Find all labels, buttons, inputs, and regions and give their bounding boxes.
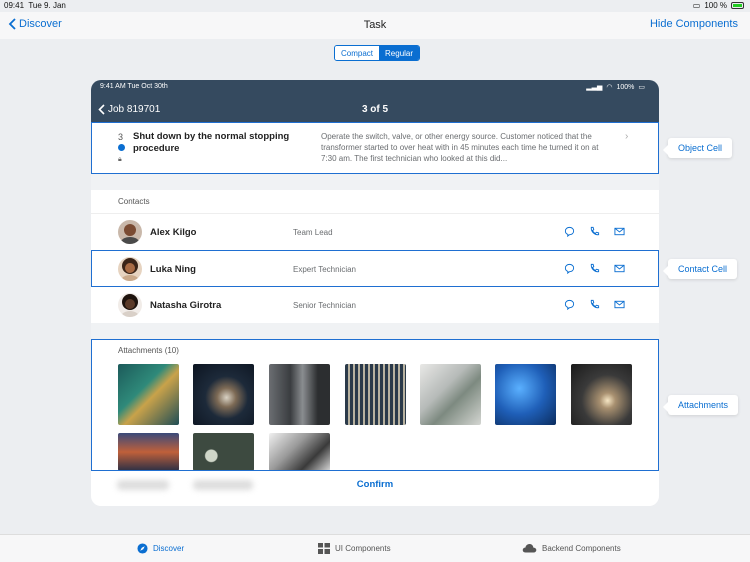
device-preview: 9:41 AM Tue Oct 30th ▂▃▅ ◠ 100% ▭ Job 81… <box>91 80 659 506</box>
segment-regular[interactable]: Regular <box>379 46 420 60</box>
contact-name: Luka Ning <box>150 264 196 275</box>
object-title: Shut down by the normal stopping procedu… <box>133 131 290 154</box>
battery-percent: 100 % <box>704 1 727 10</box>
object-cell-callout: Object Cell <box>662 138 733 158</box>
device-title: 3 of 5 <box>361 104 389 115</box>
tab-backend-components[interactable]: Backend Components <box>522 543 621 553</box>
contact-role: Team Lead <box>293 228 333 237</box>
object-cell[interactable]: 3 🔒︎ Shut down by the normal stopping pr… <box>91 122 659 173</box>
contacts-section: Contacts Alex Kilgo Team Lead Luka Ning … <box>91 190 659 323</box>
hide-components-button[interactable]: Hide Components <box>650 18 738 30</box>
tab-discover[interactable]: Discover <box>137 543 184 554</box>
phone-icon[interactable] <box>589 299 600 310</box>
avatar <box>118 257 142 281</box>
contact-row[interactable]: Alex Kilgo Team Lead <box>91 213 659 249</box>
system-status-bar: 09:41 Tue 9. Jan ▭ 100 % <box>0 0 750 12</box>
contact-name: Alex Kilgo <box>150 227 197 238</box>
airplay-icon: ▭ <box>692 1 701 10</box>
contact-role: Senior Technician <box>293 301 357 310</box>
compass-icon <box>137 543 148 554</box>
lock-icon: 🔒︎ <box>118 156 122 163</box>
navigation-bar: Discover Task Hide Components <box>0 12 750 39</box>
confirm-button[interactable]: Confirm <box>91 471 659 506</box>
avatar <box>118 220 142 244</box>
email-icon[interactable] <box>614 226 625 237</box>
attachment-thumbnail[interactable] <box>193 364 254 425</box>
tab-bar: Discover UI Components Backend Component… <box>0 534 750 562</box>
device-status-time: 9:41 AM Tue Oct 30th <box>100 83 168 90</box>
contact-name: Natasha Girotra <box>150 300 222 311</box>
device-battery: 100% <box>616 83 635 91</box>
density-segmented-control: Compact Regular <box>334 45 421 61</box>
signal-icon: ▂▃▅ <box>586 84 603 91</box>
contacts-label: Contacts <box>118 197 150 206</box>
status-dot-icon <box>118 144 125 151</box>
contact-row[interactable]: Natasha Girotra Senior Technician <box>91 286 659 322</box>
attachment-thumbnail[interactable] <box>495 364 556 425</box>
object-description: Operate the switch, valve, or other ener… <box>321 132 599 163</box>
attachment-thumbnail[interactable] <box>269 364 330 425</box>
attachment-thumbnail[interactable] <box>118 433 179 471</box>
segment-compact[interactable]: Compact <box>335 46 380 60</box>
blurred-action <box>117 480 169 490</box>
email-icon[interactable] <box>614 263 625 274</box>
contact-cell-callout: Contact Cell <box>662 259 738 279</box>
grid-icon <box>318 543 330 554</box>
contact-role: Expert Technician <box>293 265 356 274</box>
attachment-thumbnail[interactable] <box>118 364 179 425</box>
blurred-action <box>193 480 253 490</box>
status-time-date: 09:41 Tue 9. Jan <box>4 1 66 10</box>
object-number: 3 <box>118 132 124 142</box>
avatar <box>118 293 142 317</box>
message-icon[interactable] <box>564 263 575 274</box>
message-icon[interactable] <box>564 226 575 237</box>
attachments-label: Attachments (10) <box>118 346 179 355</box>
battery-icon <box>731 2 744 9</box>
attachment-thumbnail[interactable] <box>420 364 481 425</box>
phone-icon[interactable] <box>589 263 600 274</box>
device-battery-icon: ▭ <box>638 84 645 91</box>
email-icon[interactable] <box>614 299 625 310</box>
attachment-thumbnail[interactable] <box>269 433 330 471</box>
attachment-thumbnail[interactable] <box>345 364 406 425</box>
attachments-callout: Attachments <box>662 395 739 415</box>
tab-ui-components[interactable]: UI Components <box>318 543 391 554</box>
message-icon[interactable] <box>564 299 575 310</box>
phone-icon[interactable] <box>589 226 600 237</box>
chevron-right-icon: › <box>625 131 629 142</box>
page-title: Task <box>363 19 387 31</box>
cloud-icon <box>522 543 537 553</box>
contact-row[interactable]: Luka Ning Expert Technician <box>91 250 659 286</box>
attachment-thumbnail[interactable] <box>193 433 254 471</box>
device-header: 9:41 AM Tue Oct 30th ▂▃▅ ◠ 100% ▭ Job 81… <box>91 80 659 122</box>
attachments-section: Attachments (10) <box>91 340 659 471</box>
attachment-thumbnail[interactable] <box>571 364 632 425</box>
wifi-icon: ◠ <box>606 84 613 91</box>
